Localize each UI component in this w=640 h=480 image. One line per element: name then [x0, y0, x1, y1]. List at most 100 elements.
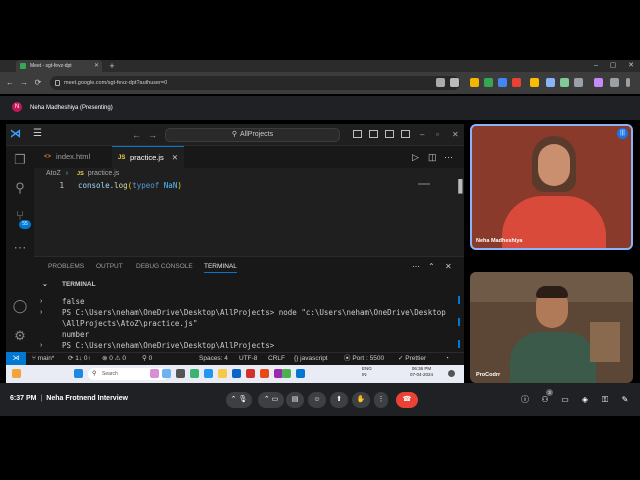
terminal-output[interactable]: false PS C:\Users\neham\OneDrive\Desktop\… [62, 296, 462, 351]
notifications-bell-icon[interactable]: ◔ [445, 352, 449, 365]
notes-icon[interactable]: ✎ [620, 395, 630, 405]
indentation-status[interactable]: Spaces: 4 [199, 352, 228, 365]
editor-scrollbar[interactable]: ▐ [454, 180, 463, 192]
vscode-taskbar-icon[interactable] [296, 369, 305, 378]
microphone-button[interactable]: ⌃ 🎙 [226, 392, 252, 408]
breadcrumb-folder[interactable]: AtoZ [46, 170, 61, 177]
extension-icon[interactable] [484, 78, 493, 87]
split-editor-icon[interactable]: ◫ [428, 150, 437, 164]
search-icon[interactable]: ⚲ [10, 178, 30, 198]
back-button[interactable]: ← [4, 74, 16, 92]
profile-avatar[interactable] [594, 78, 603, 87]
file-explorer-icon[interactable] [218, 369, 227, 378]
participant-tile[interactable] [470, 124, 633, 250]
chrome-icon[interactable] [282, 369, 291, 378]
participant-tile[interactable] [470, 272, 633, 383]
close-tab-icon[interactable]: ✕ [94, 60, 99, 72]
app-icon[interactable] [162, 369, 171, 378]
sync-status[interactable]: ⟳ 1↓ 0↑ [68, 352, 91, 365]
run-code-icon[interactable]: ▷ [412, 150, 419, 164]
explorer-icon[interactable]: ❐ [10, 150, 30, 170]
code-line[interactable]: console.log(typeof NaN) [78, 181, 182, 190]
code-editor[interactable] [34, 180, 464, 256]
people-icon[interactable]: ⚇ [540, 395, 550, 405]
go-forward-icon[interactable]: → [148, 128, 157, 142]
edge-icon[interactable] [204, 369, 213, 378]
app-icon[interactable] [260, 369, 269, 378]
ports-status[interactable]: ⚲ 0 [142, 352, 152, 365]
more-actions-icon[interactable]: ⋯ [444, 150, 453, 164]
toggle-secondary-sidebar-icon[interactable] [385, 130, 394, 138]
extension-icon[interactable] [546, 78, 555, 87]
leave-call-button[interactable]: ☎ [396, 392, 418, 408]
language-status[interactable]: {} javascript [294, 352, 328, 365]
extension-icon[interactable] [560, 78, 569, 87]
weather-widget-icon[interactable] [12, 369, 21, 378]
more-views-icon[interactable]: ⋯ [10, 238, 30, 258]
more-menu-icon[interactable] [626, 78, 630, 87]
tab-problems[interactable]: PROBLEMS [48, 262, 84, 272]
app-icon[interactable] [150, 369, 159, 378]
camera-button[interactable]: ⌃ ▭ [258, 392, 284, 408]
extensions-puzzle-icon[interactable] [574, 78, 583, 87]
eol-status[interactable]: CRLF [268, 352, 285, 365]
app-icon[interactable] [232, 369, 241, 378]
branch-status[interactable]: ⑂ main* [32, 352, 54, 365]
tab-terminal[interactable]: TERMINAL [204, 262, 237, 273]
close-panel-icon[interactable]: ✕ [445, 261, 452, 273]
bookmark-star-icon[interactable] [450, 78, 459, 87]
activities-icon[interactable]: ◈ [580, 395, 590, 405]
app-icon[interactable] [190, 369, 199, 378]
split-view-icon[interactable] [610, 78, 619, 87]
system-clock[interactable]: 06:36 PM 07-04-2024 [410, 366, 433, 378]
camera-icon[interactable] [436, 78, 445, 87]
present-button[interactable]: ⬆ [330, 392, 348, 408]
tab-practice-js[interactable]: JS practice.js ✕ [112, 146, 184, 168]
live-server-status[interactable]: ⦿ Port : 5500 [344, 352, 384, 365]
maximize-panel-icon[interactable]: ⌃ [428, 261, 435, 273]
close-icon[interactable]: ✕ [452, 128, 459, 142]
account-icon[interactable]: ◯ [10, 296, 30, 316]
chat-icon[interactable]: ▭ [560, 395, 570, 405]
new-tab-button[interactable]: + [106, 60, 118, 72]
prettier-status[interactable]: ✓ Prettier [398, 352, 426, 365]
extension-icon[interactable] [530, 78, 539, 87]
maximize-window-icon[interactable]: ▢ [610, 60, 617, 72]
forward-button[interactable]: → [18, 74, 30, 92]
captions-button[interactable]: ▤ [286, 392, 304, 408]
meeting-details-icon[interactable]: ⓘ [520, 395, 530, 405]
problems-status[interactable]: ⊗ 0 ⚠ 0 [102, 352, 126, 365]
breadcrumb-file[interactable]: practice.js [88, 170, 120, 177]
go-back-icon[interactable]: ← [132, 128, 141, 142]
minimap[interactable] [418, 183, 430, 185]
menu-hamburger-icon[interactable]: ☰ [33, 129, 42, 139]
tab-index-html[interactable]: <> index.html [38, 146, 106, 168]
task-view-icon[interactable] [176, 369, 185, 378]
close-window-icon[interactable]: ✕ [628, 60, 634, 72]
raise-hand-button[interactable]: ✋ [352, 392, 370, 408]
more-options-button[interactable]: ⋮ [374, 392, 388, 408]
toggle-panel-icon[interactable] [369, 130, 378, 138]
extension-icon[interactable] [498, 78, 507, 87]
settings-gear-icon[interactable]: ⚙ [10, 326, 30, 346]
tab-debug-console[interactable]: DEBUG CONSOLE [136, 262, 193, 272]
minimize-icon[interactable]: – [420, 128, 424, 142]
windows-start-icon[interactable] [74, 369, 83, 378]
browser-tab[interactable]: Meet - sgt-fevz-dpt ✕ [16, 60, 102, 72]
more-actions-icon[interactable]: ⋯ [412, 261, 420, 273]
reactions-button[interactable]: ☺ [308, 392, 326, 408]
close-tab-icon[interactable]: ✕ [172, 147, 178, 169]
reload-button[interactable]: ⟳ [32, 74, 44, 92]
app-icon[interactable] [246, 369, 255, 378]
tab-output[interactable]: OUTPUT [96, 262, 123, 272]
minimize-window-icon[interactable]: – [594, 60, 598, 72]
address-bar[interactable]: meet.google.com/sgt-fevz-dpt?authuser=0 [50, 76, 460, 90]
toggle-sidebar-icon[interactable] [353, 130, 362, 138]
restore-icon[interactable]: ▫ [436, 128, 439, 142]
extension-icon[interactable] [470, 78, 479, 87]
command-center-search[interactable]: ⚲ AllProjects [165, 128, 340, 142]
customize-layout-icon[interactable] [401, 130, 410, 138]
site-info-icon[interactable] [55, 80, 60, 86]
remote-indicator-icon[interactable]: ⋊ [6, 352, 26, 365]
encoding-status[interactable]: UTF-8 [239, 352, 257, 365]
